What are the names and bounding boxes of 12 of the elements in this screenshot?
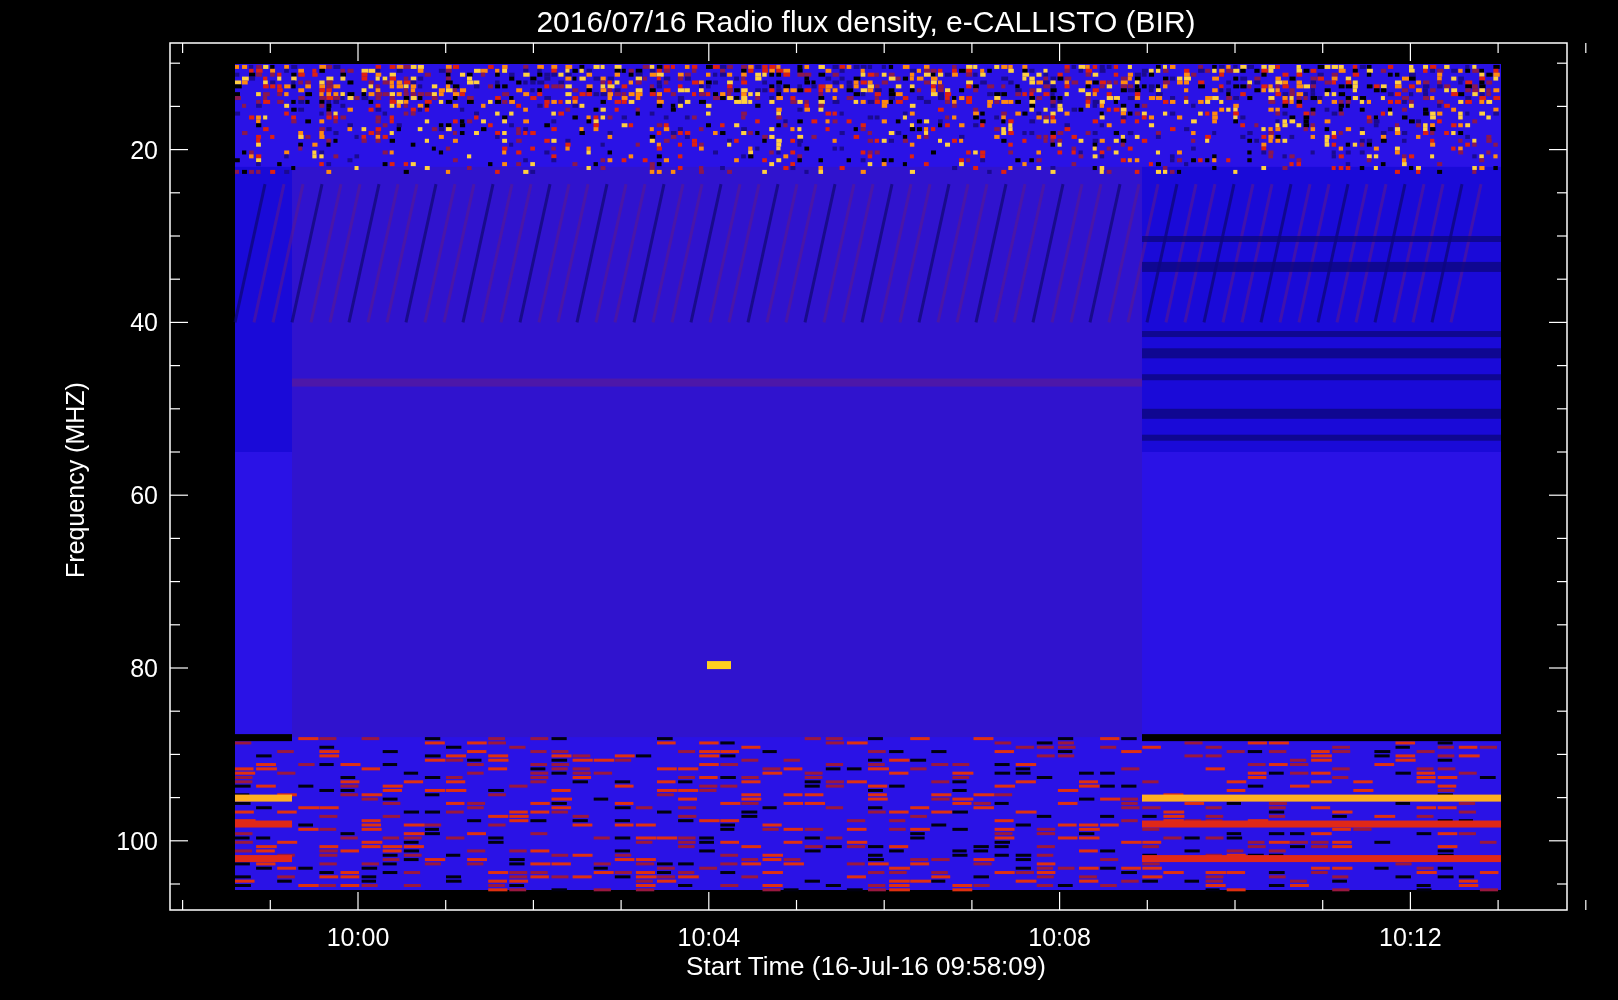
y-tick-label: 80 bbox=[130, 654, 158, 682]
y-tick-label: 60 bbox=[130, 481, 158, 510]
y-tick-label: 40 bbox=[130, 308, 158, 337]
y-tick-label: 20 bbox=[130, 135, 158, 164]
x-tick-label: 10:08 bbox=[1028, 923, 1091, 951]
x-tick-label: 10:00 bbox=[326, 923, 390, 951]
y-axis-label: Frequency (MHZ) bbox=[61, 382, 89, 578]
y-tick-label: 100 bbox=[116, 826, 158, 855]
x-axis-label: Start Time (16-Jul-16 09:58:09) bbox=[686, 951, 1046, 981]
x-tick-label: 10:12 bbox=[1379, 923, 1442, 951]
x-tick-label: 10:04 bbox=[677, 923, 741, 951]
chart-title: 2016/07/16 Radio flux density, e-CALLISTO (BIR) bbox=[536, 5, 1196, 38]
